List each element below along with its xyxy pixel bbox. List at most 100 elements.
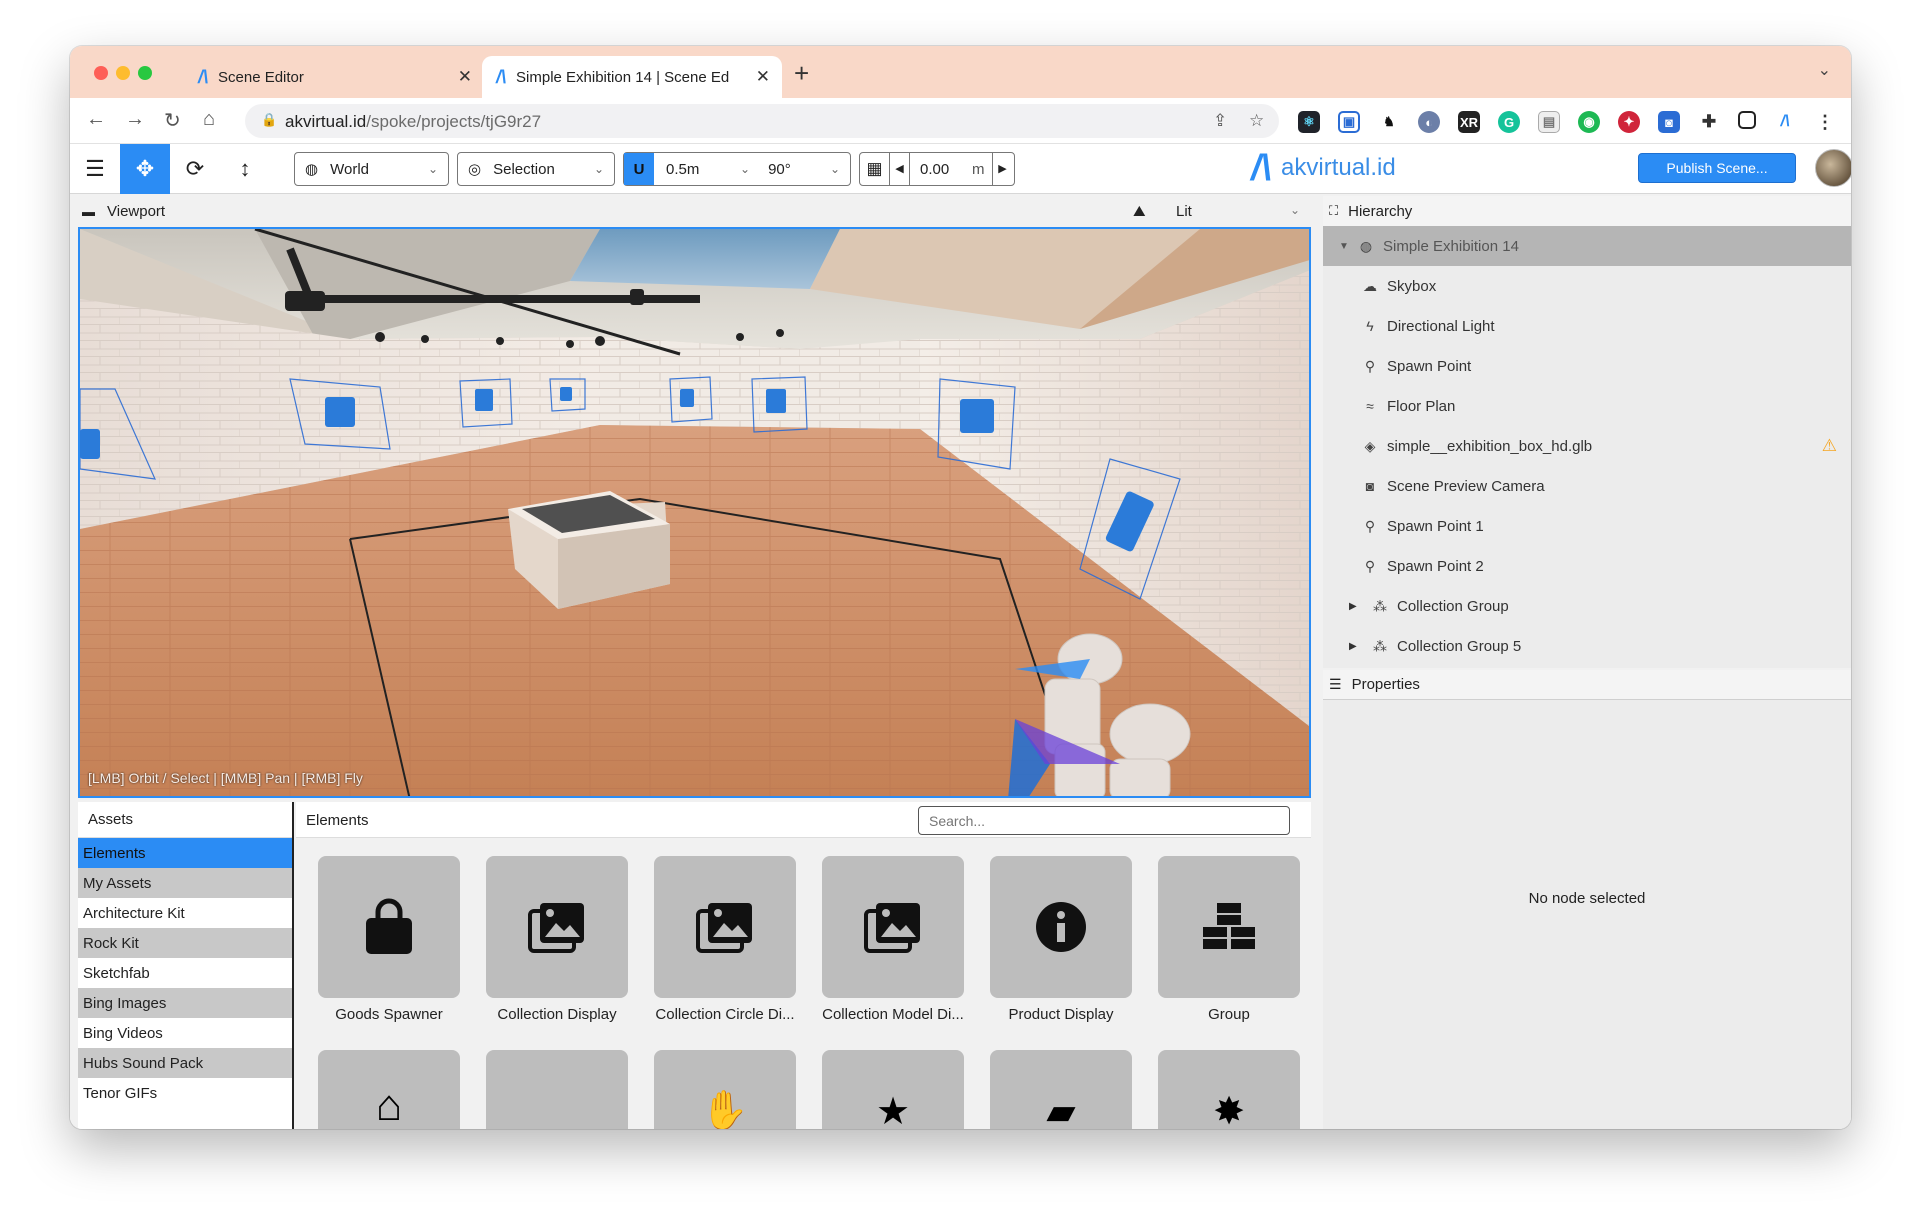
extension-icon[interactable]: ♞ <box>1378 111 1400 133</box>
asset-source-elements[interactable]: Elements <box>78 838 292 868</box>
hierarchy-node[interactable]: ▶ ⁂ Collection Group <box>1323 586 1851 626</box>
asset-source-sketchfab[interactable]: Sketchfab <box>78 958 292 988</box>
element-tile[interactable]: ✋ <box>654 1050 796 1129</box>
menu-icon[interactable]: ☰ <box>70 144 120 194</box>
render-mode-select[interactable]: Lit ⌄ <box>1176 203 1306 220</box>
rotate-tool-icon[interactable]: ⟳ <box>170 144 220 194</box>
translate-tool-icon[interactable]: ✥ <box>120 144 170 194</box>
new-tab-button[interactable]: + <box>794 58 809 89</box>
tab-strip: /\ Scene Editor ✕ /\ Simple Exhibition 1… <box>70 46 1851 98</box>
browser-menu-icon[interactable]: ⋮ <box>1814 111 1836 133</box>
assets-search-input[interactable] <box>918 806 1290 835</box>
asset-source-bing-videos[interactable]: Bing Videos <box>78 1018 292 1048</box>
element-tile[interactable] <box>486 1050 628 1129</box>
hierarchy-node[interactable]: ◈ simple__exhibition_box_hd.glb ⚠ <box>1323 426 1851 466</box>
element-tile[interactable]: Collection Model Di... <box>822 856 964 1023</box>
share-icon[interactable]: ⇪ <box>1213 111 1227 131</box>
element-thumbnail <box>1158 856 1300 998</box>
close-tab-icon[interactable]: ✕ <box>756 67 770 87</box>
grid-decrease-icon[interactable]: ◀ <box>890 153 910 185</box>
viewport-controls-hint: [LMB] Orbit / Select | [MMB] Pan | [RMB]… <box>88 770 363 786</box>
scale-tool-icon[interactable]: ↕ <box>220 144 270 194</box>
extension-icon[interactable]: ◉ <box>1578 111 1600 133</box>
grid-toggle-icon[interactable]: ▦ <box>860 153 890 185</box>
asset-source-hubs-sound-pack[interactable]: Hubs Sound Pack <box>78 1048 292 1078</box>
transform-space-select[interactable]: ◍ World ⌄ <box>294 152 449 186</box>
user-avatar[interactable] <box>1815 149 1851 187</box>
hierarchy-node[interactable]: ▶ ⁂ Collection Group 5 <box>1323 626 1851 666</box>
bookmark-star-icon[interactable]: ☆ <box>1249 111 1264 131</box>
side-panel-icon[interactable] <box>1738 111 1756 129</box>
element-tile[interactable]: ⌂ <box>318 1050 460 1129</box>
hierarchy-node[interactable]: ⚲ Spawn Point <box>1323 346 1851 386</box>
hierarchy-tree: ▼ ◍ Simple Exhibition 14 ☁ Skybox ϟ Dire… <box>1323 226 1851 668</box>
expand-caret-icon[interactable]: ▼ <box>1339 241 1355 252</box>
grid-height-value[interactable]: 0.00 <box>920 161 972 178</box>
tab-simple-exhibition[interactable]: /\ Simple Exhibition 14 | Scene Ed ✕ <box>482 56 782 98</box>
asset-source-my-assets[interactable]: My Assets <box>78 868 292 898</box>
hierarchy-node[interactable]: ⚲ Spawn Point 1 <box>1323 506 1851 546</box>
maximize-window-button[interactable] <box>138 66 152 80</box>
brand-logo[interactable]: /\ akvirtual.id <box>1251 150 1396 186</box>
expand-caret-icon[interactable]: ▶ <box>1349 601 1369 612</box>
snap-toggle-magnet-icon[interactable]: U <box>624 153 654 185</box>
properties-title: Properties <box>1351 676 1420 693</box>
asset-source-tenor-gifs[interactable]: Tenor GIFs <box>78 1078 292 1108</box>
extensions-puzzle-icon[interactable]: ✚ <box>1698 111 1720 133</box>
asset-source-architecture-kit[interactable]: Architecture Kit <box>78 898 292 928</box>
scene-viewport[interactable]: [LMB] Orbit / Select | [MMB] Pan | [RMB]… <box>78 227 1311 798</box>
akvirtual-extension-icon[interactable]: /\ <box>1774 111 1796 133</box>
element-tile[interactable]: ★ <box>822 1050 964 1129</box>
extension-icon[interactable]: ✦ <box>1618 111 1640 133</box>
node-label: Simple Exhibition 14 <box>1383 237 1519 255</box>
node-label: Collection Group <box>1397 597 1509 615</box>
element-thumbnail <box>990 856 1132 998</box>
element-tile[interactable]: Collection Display <box>486 856 628 1023</box>
hierarchy-node[interactable]: ≈ Floor Plan <box>1323 386 1851 426</box>
forward-button[interactable]: → <box>125 108 145 131</box>
hierarchy-node[interactable]: ▼ ◍ Simple Exhibition 14 <box>1323 226 1851 266</box>
hierarchy-node[interactable]: ◙ Scene Preview Camera <box>1323 466 1851 506</box>
transform-pivot-select[interactable]: ◎ Selection ⌄ <box>457 152 615 186</box>
warning-icon[interactable]: ⚠ <box>1822 436 1837 456</box>
extension-icon[interactable]: XR <box>1458 111 1480 133</box>
brand-name: akvirtual.id <box>1281 154 1396 181</box>
info-icon <box>1036 902 1086 952</box>
sliders-icon: ☰ <box>1329 676 1342 692</box>
element-tile[interactable]: ▰ <box>990 1050 1132 1129</box>
publish-scene-button[interactable]: Publish Scene... <box>1638 153 1796 183</box>
omnibox[interactable]: 🔒 akvirtual.id/spoke/projects/tjG9r27 ⇪ … <box>245 104 1279 138</box>
expand-caret-icon[interactable]: ▶ <box>1349 641 1369 652</box>
extension-icon[interactable]: ▣ <box>1338 111 1360 133</box>
hierarchy-node[interactable]: ϟ Directional Light <box>1323 306 1851 346</box>
tab-scene-editor[interactable]: /\ Scene Editor ✕ <box>184 56 484 98</box>
asset-source-rock-kit[interactable]: Rock Kit <box>78 928 292 958</box>
chevron-down-icon[interactable]: ⌄ <box>830 162 840 176</box>
close-tab-icon[interactable]: ✕ <box>458 67 472 87</box>
reload-button[interactable]: ↻ <box>164 108 181 133</box>
transform-pivot-value: Selection <box>493 160 555 178</box>
camera-extension-icon[interactable]: ◙ <box>1658 111 1680 133</box>
home-button[interactable]: ⌂ <box>203 108 215 131</box>
element-tile[interactable]: ✸ <box>1158 1050 1300 1129</box>
asset-source-bing-images[interactable]: Bing Images <box>78 988 292 1018</box>
element-tile[interactable]: Product Display <box>990 856 1132 1023</box>
extension-icon[interactable]: ◐ <box>1418 111 1440 133</box>
hierarchy-node[interactable]: ⚲ Spawn Point 2 <box>1323 546 1851 586</box>
rotation-snap-value[interactable]: 90° <box>768 161 828 178</box>
hierarchy-node[interactable]: ☁ Skybox <box>1323 266 1851 306</box>
snap-controls: U 0.5m ⌄ 90° ⌄ <box>623 152 851 186</box>
minimize-window-button[interactable] <box>116 66 130 80</box>
react-devtools-extension-icon[interactable]: ⚛ <box>1298 111 1320 133</box>
translation-snap-value[interactable]: 0.5m <box>666 161 740 178</box>
chevron-down-icon[interactable]: ⌄ <box>740 162 750 176</box>
element-tile[interactable]: Collection Circle Di... <box>654 856 796 1023</box>
tab-search-chevron-icon[interactable]: ⌄ <box>1818 60 1831 80</box>
document-extension-icon[interactable]: ▤ <box>1538 111 1560 133</box>
grid-increase-icon[interactable]: ▶ <box>992 153 1012 185</box>
grammarly-extension-icon[interactable]: G <box>1498 111 1520 133</box>
close-window-button[interactable] <box>94 66 108 80</box>
back-button[interactable]: ← <box>86 108 106 131</box>
element-tile[interactable]: Goods Spawner <box>318 856 460 1023</box>
element-tile[interactable]: Group <box>1158 856 1300 1023</box>
